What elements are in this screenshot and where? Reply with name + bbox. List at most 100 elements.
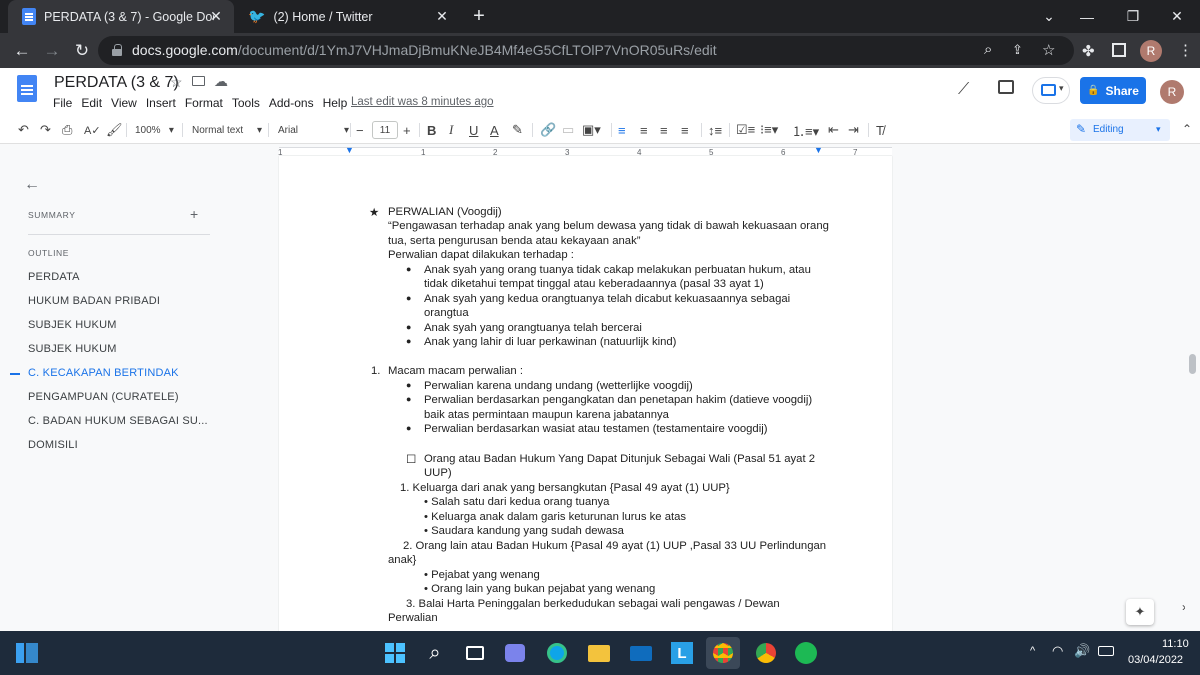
numbered-list-icon[interactable]: ⒈≡▾: [792, 121, 819, 139]
outline-item-active[interactable]: C. KECAKAPAN BERTINDAK: [28, 367, 179, 379]
tab-google-docs[interactable]: PERDATA (3 & 7) - Google Docs ✕: [8, 0, 234, 33]
menu-edit[interactable]: Edit: [81, 96, 102, 110]
bookmark-star-icon[interactable]: ☆: [1042, 41, 1055, 59]
share-page-icon[interactable]: ⇪: [1012, 42, 1023, 58]
minimize-button[interactable]: —: [1064, 0, 1110, 33]
wifi-icon[interactable]: ◠: [1052, 643, 1063, 659]
menu-addons[interactable]: Add-ons: [269, 96, 314, 110]
add-summary-button[interactable]: +: [190, 206, 198, 222]
chrome-second-profile-icon[interactable]: [752, 639, 780, 667]
outline-item[interactable]: HUKUM BADAN PRIBADI: [28, 295, 160, 307]
spotify-icon[interactable]: [792, 639, 820, 667]
menu-insert[interactable]: Insert: [146, 96, 176, 110]
bold-icon[interactable]: B: [427, 121, 436, 139]
profile-avatar[interactable]: R: [1140, 40, 1162, 62]
zoom-magnifier-icon[interactable]: ⌕: [984, 41, 992, 58]
scrollbar-thumb[interactable]: [1189, 354, 1196, 374]
show-hidden-icons-chevron-icon[interactable]: ^: [1030, 645, 1035, 657]
document-page[interactable]: ★ PERWALIAN (Voogdij) “Pengawasan terhada…: [279, 156, 892, 631]
outline-item[interactable]: C. BADAN HUKUM SEBAGAI SU...: [28, 415, 208, 427]
outline-item[interactable]: DOMISILI: [28, 439, 78, 451]
bulleted-list-icon[interactable]: ⁝≡▾: [760, 121, 778, 139]
chrome-profile-icon[interactable]: [706, 637, 740, 669]
checklist-icon[interactable]: ☑≡: [736, 121, 755, 139]
ruler-track[interactable]: 1 ▼ 1 2 3 4 5 6 ▼ 7: [278, 145, 892, 157]
underline-icon[interactable]: U: [469, 121, 478, 139]
forward-arrow-icon[interactable]: →: [40, 39, 64, 63]
side-panel-icon[interactable]: [1112, 43, 1126, 57]
clock-date[interactable]: 03/04/2022: [1128, 654, 1183, 666]
cloud-status-icon[interactable]: ☁: [214, 73, 228, 90]
decrease-font-size-button[interactable]: −: [356, 121, 364, 139]
right-indent-marker-icon[interactable]: ▼: [814, 145, 823, 155]
last-edit-link[interactable]: Last edit was 8 minutes ago: [351, 96, 494, 108]
volume-icon[interactable]: 🔊: [1074, 643, 1090, 659]
checkbox-icon[interactable]: ☐: [406, 453, 416, 466]
more-menu-icon[interactable]: ⋮: [1178, 41, 1193, 59]
document-title[interactable]: PERDATA (3 & 7): [54, 74, 179, 92]
insert-link-icon[interactable]: 🔗: [540, 121, 556, 139]
insert-image-icon[interactable]: ▣▾: [582, 121, 601, 139]
menu-file[interactable]: File: [53, 96, 72, 110]
close-window-button[interactable]: ✕: [1154, 0, 1200, 33]
back-arrow-icon[interactable]: ←: [10, 39, 34, 63]
line-spacing-icon[interactable]: ↕≡: [708, 121, 722, 139]
restore-button[interactable]: ❐: [1110, 0, 1156, 33]
outline-item[interactable]: SUBJEK HUKUM: [28, 343, 117, 355]
search-icon[interactable]: ⌕: [421, 639, 449, 667]
clock-time[interactable]: 11:10: [1162, 638, 1189, 650]
explore-button[interactable]: ✦: [1126, 599, 1154, 625]
google-docs-logo-icon[interactable]: [17, 75, 37, 102]
extensions-puzzle-icon[interactable]: ✤: [1082, 42, 1095, 60]
tab-twitter[interactable]: 🐦 (2) Home / Twitter ✕: [234, 0, 460, 33]
font-select[interactable]: Arial ▾: [278, 121, 349, 139]
align-center-icon[interactable]: ≡: [640, 121, 648, 139]
font-size-input[interactable]: 11: [372, 121, 398, 139]
italic-icon[interactable]: I: [449, 121, 453, 139]
outline-item[interactable]: PERDATA: [28, 271, 80, 283]
close-tab-icon[interactable]: ✕: [434, 9, 450, 24]
outline-item[interactable]: SUBJEK HUKUM: [28, 319, 117, 331]
vertical-scrollbar[interactable]: [1185, 156, 1200, 631]
print-icon[interactable]: ⎙: [62, 121, 72, 139]
align-right-icon[interactable]: ≡: [660, 121, 668, 139]
task-view-widget-icon[interactable]: [16, 643, 38, 663]
redo-icon[interactable]: ↷: [40, 121, 51, 139]
share-button[interactable]: 🔒 Share: [1080, 77, 1146, 104]
activity-trend-icon[interactable]: ⟋: [958, 81, 969, 99]
paragraph-style-select[interactable]: Normal text ▾: [192, 121, 262, 139]
menu-format[interactable]: Format: [185, 96, 223, 110]
move-folder-icon[interactable]: [192, 76, 205, 86]
editing-mode-select[interactable]: ✎ Editing ▾: [1070, 119, 1170, 141]
menu-tools[interactable]: Tools: [232, 96, 260, 110]
close-tab-icon[interactable]: ✕: [208, 9, 224, 24]
battery-icon[interactable]: [1098, 646, 1114, 656]
paint-format-icon[interactable]: 🖌: [106, 121, 123, 139]
undo-icon[interactable]: ↶: [18, 121, 29, 139]
increase-indent-icon[interactable]: ⇥: [848, 121, 859, 139]
file-explorer-icon[interactable]: [585, 639, 613, 667]
menu-help[interactable]: Help: [323, 96, 348, 110]
task-view-icon[interactable]: [461, 639, 489, 667]
highlight-color-icon[interactable]: ✎: [512, 121, 523, 139]
align-left-icon[interactable]: ≡: [618, 121, 626, 139]
clear-formatting-icon[interactable]: T̸: [876, 121, 884, 139]
reload-icon[interactable]: ↻: [70, 39, 94, 63]
left-indent-marker-icon[interactable]: ▼: [345, 145, 354, 155]
learn-app-icon[interactable]: L: [668, 639, 696, 667]
edge-browser-icon[interactable]: [543, 639, 571, 667]
address-bar[interactable]: docs.google.com/document/d/1YmJ7VHJmaDjB…: [98, 36, 1074, 65]
outline-item[interactable]: PENGAMPUAN (CURATELE): [28, 391, 179, 403]
spellcheck-icon[interactable]: A✓: [84, 121, 101, 139]
zoom-select[interactable]: 100% ▾: [135, 121, 174, 139]
star-icon[interactable]: ☆: [170, 74, 183, 91]
teams-chat-icon[interactable]: [501, 639, 529, 667]
increase-font-size-button[interactable]: +: [403, 121, 411, 139]
text-color-icon[interactable]: A: [490, 121, 499, 139]
close-outline-arrow-icon[interactable]: ←: [24, 176, 40, 194]
decrease-indent-icon[interactable]: ⇤: [828, 121, 839, 139]
new-tab-button[interactable]: +: [468, 5, 490, 27]
comments-icon[interactable]: [998, 80, 1014, 94]
present-button[interactable]: ▾: [1032, 77, 1070, 104]
start-windows-icon[interactable]: [381, 639, 409, 667]
